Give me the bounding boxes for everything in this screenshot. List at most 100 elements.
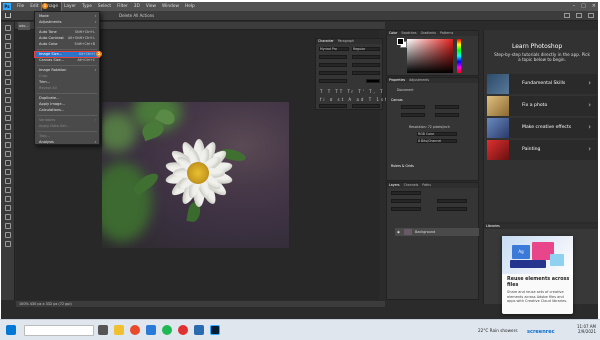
learn-card-painting[interactable]: Painting › [487, 140, 597, 160]
font-family-field[interactable]: Myriad Pro [320, 47, 337, 51]
visibility-eye-icon[interactable]: ◉ [397, 230, 400, 234]
menu-item-image-size[interactable]: Image Size... Alt+Ctrl+I [34, 51, 100, 58]
frame-tool-icon[interactable] [4, 70, 11, 76]
minimize-button[interactable]: – [573, 2, 576, 11]
tab-patterns[interactable]: Patterns [440, 31, 453, 36]
crop-tool-icon[interactable] [4, 61, 11, 67]
type-style-buttons[interactable]: T T TT Tr T' T, T T [320, 89, 392, 94]
fg-bg-tool-icon[interactable] [4, 223, 11, 229]
document-tab[interactable]: ado... [18, 22, 30, 30]
workspace-icon[interactable] [576, 13, 582, 18]
tab-swatches[interactable]: Swatches [401, 31, 416, 36]
menu-item-analysis[interactable]: Analysis › [35, 140, 99, 145]
learn-card-creative-effects[interactable]: Make creative effects › [487, 118, 597, 138]
menu-item-image-rotation[interactable]: Image Rotation › [35, 68, 99, 73]
move-tool-icon[interactable] [4, 25, 11, 31]
home-icon[interactable] [5, 13, 11, 18]
menu-help[interactable]: Help [182, 2, 198, 11]
mode-select[interactable]: RGB Color [418, 132, 434, 136]
menu-item-calculations[interactable]: Calculations... [35, 108, 99, 113]
edge-icon[interactable] [146, 325, 156, 335]
menu-3d[interactable]: 3D [131, 2, 143, 11]
maximize-button[interactable]: □ [581, 2, 586, 11]
search-icon[interactable] [564, 13, 570, 18]
hand-tool-icon[interactable] [4, 196, 11, 202]
menu-item-reveal-all[interactable]: Reveal All [35, 86, 99, 91]
learn-card-fix-photo[interactable]: Fix a photo › [487, 96, 597, 116]
font-style-field[interactable]: Regular [353, 47, 365, 51]
dodge-tool-icon[interactable] [4, 151, 11, 157]
menu-view[interactable]: View [143, 2, 159, 11]
menu-item-trap[interactable]: Trap... [35, 134, 99, 139]
options-bar-text[interactable]: Delete All Actions [119, 13, 154, 18]
photoshop-taskbar-icon[interactable] [210, 325, 220, 335]
brush-tool-icon[interactable] [4, 97, 11, 103]
hue-slider[interactable] [457, 39, 461, 73]
tab-character[interactable]: Character [318, 39, 334, 44]
quick-select-tool-icon[interactable] [4, 52, 11, 58]
menu-item-canvas-size[interactable]: Canvas Size... Alt+Ctrl+C [35, 58, 99, 63]
marquee-tool-icon[interactable] [4, 34, 11, 40]
tab-adjustments[interactable]: Adjustments [409, 78, 429, 83]
tab-paths[interactable]: Paths [422, 183, 431, 188]
menu-window[interactable]: Window [159, 2, 182, 11]
task-view-icon[interactable] [98, 325, 108, 335]
tab-gradients[interactable]: Gradients [421, 31, 437, 36]
gradient-tool-icon[interactable] [4, 133, 11, 139]
menu-select[interactable]: Select [95, 2, 114, 11]
tab-properties[interactable]: Properties [389, 78, 405, 83]
menu-file[interactable]: File [14, 2, 27, 11]
learn-card-fundamental[interactable]: Fundamental Skills › [487, 74, 597, 94]
healing-tool-icon[interactable] [4, 88, 11, 94]
menu-item-duplicate[interactable]: Duplicate... [35, 96, 99, 101]
menu-layer[interactable]: Layer [61, 2, 79, 11]
libraries-onboarding-popup[interactable]: Ag Reuse elements across files Share and… [502, 236, 573, 314]
blur-tool-icon[interactable] [4, 142, 11, 148]
menu-item-variables[interactable]: Variables › [35, 118, 99, 123]
path-select-tool-icon[interactable] [4, 178, 11, 184]
spotify-icon[interactable] [162, 325, 172, 335]
menu-item-auto-tone[interactable]: Auto Tone Shift+Ctrl+L [35, 30, 99, 35]
taskbar-search-box[interactable] [24, 325, 94, 336]
eraser-tool-icon[interactable] [4, 124, 11, 130]
layer-row-background[interactable]: ◉ Background [395, 228, 479, 236]
start-icon[interactable] [6, 325, 16, 335]
menu-item-apply-data-set[interactable]: Apply Data Set... [35, 124, 99, 129]
history-brush-tool-icon[interactable] [4, 115, 11, 121]
share-icon[interactable] [588, 13, 594, 18]
depth-select[interactable]: 8 Bits/Channel [418, 139, 441, 143]
tab-paragraph[interactable]: Paragraph [338, 39, 354, 44]
zoom-tool-icon[interactable] [4, 205, 11, 211]
pen-tool-icon[interactable] [4, 160, 11, 166]
color-picker-field[interactable] [407, 39, 453, 73]
menu-item-adjustments[interactable]: Adjustments › [35, 20, 99, 25]
menu-filter[interactable]: Filter [114, 2, 131, 11]
tab-channels[interactable]: Channels [404, 183, 419, 188]
more-tool-icon[interactable] [4, 214, 11, 220]
menu-item-mode[interactable]: Mode › [35, 14, 99, 19]
clone-tool-icon[interactable] [4, 106, 11, 112]
menu-item-auto-color[interactable]: Auto Color Shift+Ctrl+B [35, 42, 99, 47]
menu-item-crop[interactable]: Crop [35, 74, 99, 79]
close-button[interactable]: × [592, 2, 596, 11]
chrome-icon[interactable] [130, 325, 140, 335]
screen-mode-tool-icon[interactable] [4, 241, 11, 247]
menu-item-trim[interactable]: Trim... [35, 80, 99, 85]
quick-mask-tool-icon[interactable] [4, 232, 11, 238]
menu-edit[interactable]: Edit [27, 2, 41, 11]
menu-item-apply-image[interactable]: Apply Image... [35, 102, 99, 107]
media-app-icon[interactable] [178, 325, 188, 335]
weather-widget[interactable]: 22°C Rain showers [478, 328, 518, 333]
menu-item-auto-contrast[interactable]: Auto Contrast Alt+Shift+Ctrl+L [35, 36, 99, 41]
shape-tool-icon[interactable] [4, 187, 11, 193]
tab-color[interactable]: Color [389, 31, 397, 36]
mail-icon[interactable] [194, 325, 204, 335]
eyedropper-tool-icon[interactable] [4, 79, 11, 85]
type-tool-icon[interactable] [4, 169, 11, 175]
menu-type[interactable]: Type [79, 2, 95, 11]
lasso-tool-icon[interactable] [4, 43, 11, 49]
file-explorer-icon[interactable] [114, 325, 124, 335]
tab-layers[interactable]: Layers [389, 183, 400, 188]
system-clock[interactable]: 11:07 AM 2/9/2021 [577, 324, 596, 334]
foreground-color-swatch[interactable] [397, 38, 404, 45]
